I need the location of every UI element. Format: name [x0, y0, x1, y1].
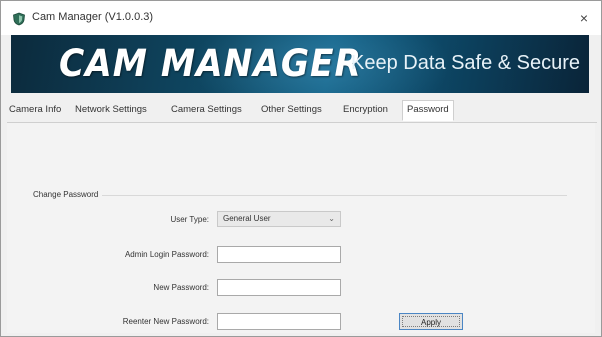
user-type-label: User Type:	[170, 215, 209, 224]
tab-network-settings[interactable]: Network Settings	[75, 104, 147, 115]
admin-login-password-field[interactable]	[217, 246, 341, 263]
tab-password[interactable]: Password	[402, 100, 454, 121]
user-type-value: General User	[223, 214, 271, 223]
new-password-field[interactable]	[217, 279, 341, 296]
tab-other-settings[interactable]: Other Settings	[261, 104, 322, 115]
tab-bar: Camera Info Network Settings Camera Sett…	[7, 100, 597, 123]
change-password-group-label: Change Password	[29, 190, 103, 199]
user-type-select[interactable]: General User ⌄	[217, 211, 341, 227]
tab-camera-info[interactable]: Camera Info	[9, 104, 61, 115]
reenter-password-field[interactable]	[217, 313, 341, 330]
admin-login-password-label: Admin Login Password:	[124, 250, 209, 259]
new-password-label: New Password:	[153, 283, 209, 292]
chevron-down-icon: ⌄	[328, 214, 335, 223]
shield-icon	[13, 12, 25, 26]
banner-tagline: Keep Data Safe & Secure	[351, 52, 581, 74]
window-title: Cam Manager (V1.0.0.3)	[32, 11, 154, 23]
banner-title: CAM MANAGER	[59, 42, 362, 85]
apply-button-label: Apply	[402, 316, 460, 327]
reenter-password-label: Reenter New Password:	[122, 317, 209, 326]
group-divider	[31, 195, 567, 196]
tab-encryption[interactable]: Encryption	[343, 104, 388, 115]
close-button[interactable]: ×	[573, 7, 595, 29]
password-panel: Change Password User Type: General User …	[7, 123, 595, 333]
close-icon: ×	[579, 10, 589, 26]
app-window: Cam Manager (V1.0.0.3) × CAM MANAGER Kee…	[0, 0, 602, 337]
apply-button[interactable]: Apply	[399, 313, 463, 330]
tab-camera-settings[interactable]: Camera Settings	[171, 104, 242, 115]
brand-banner: CAM MANAGER Keep Data Safe & Secure	[11, 35, 589, 93]
title-bar[interactable]: Cam Manager (V1.0.0.3) ×	[1, 1, 601, 35]
